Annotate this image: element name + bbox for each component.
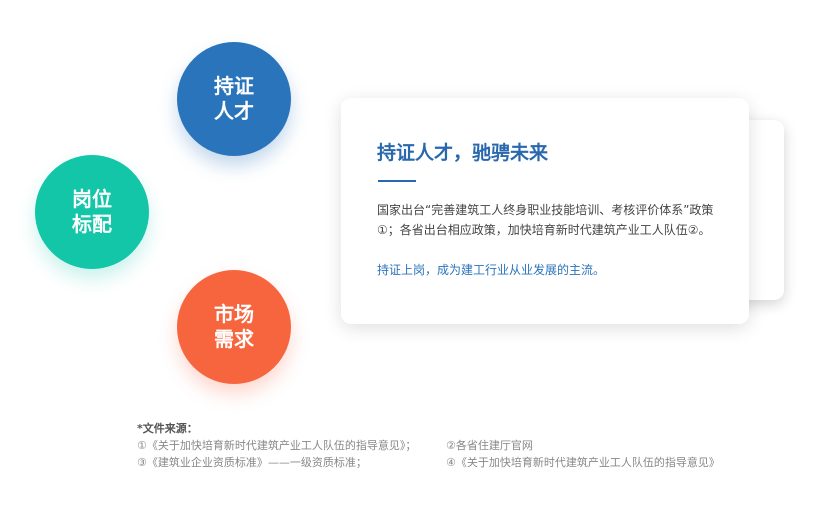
circle-label-line1: 岗位 [72,187,112,211]
source-item: ①《关于加快培育新时代建筑产业工人队伍的指导意见》； [137,439,417,452]
sources-row: ①《关于加快培育新时代建筑产业工人队伍的指导意见》； ②各省住建厅官网 [137,438,777,453]
certified-talent-circle: 持证 人才 [177,42,291,156]
source-item: ③《建筑业企业资质标准》——一级资质标准； [137,456,367,469]
circle-label-line1: 市场 [214,302,254,326]
source-item: ②各省住建厅官网 [446,439,533,452]
circle-label-line2: 标配 [72,212,112,236]
title-divider [378,180,416,182]
circle-label-line1: 持证 [214,74,254,98]
card-title: 持证人才，驰骋未来 [377,142,549,164]
sources-title: *文件来源： [137,422,198,435]
job-matching-circle: 岗位 标配 [35,155,149,269]
card-highlight-text: 持证上岗，成为建工行业从业发展的主流。 [377,263,606,277]
source-item: ④《关于加快培育新时代建筑产业工人队伍的指导意见》 [446,456,720,469]
sources-row: ③《建筑业企业资质标准》——一级资质标准； ④《关于加快培育新时代建筑产业工人队… [137,455,777,470]
circle-label-line2: 需求 [214,327,254,351]
sources-section: *文件来源： ①《关于加快培育新时代建筑产业工人队伍的指导意见》； ②各省住建厅… [137,421,777,470]
circle-label-line2: 人才 [214,99,254,123]
market-demand-circle: 市场 需求 [177,270,291,384]
card-body-text: 国家出台“完善建筑工人终身职业技能培训、考核评价体系”政策①；各省出台相应政策，… [377,203,714,237]
info-card: 持证人才，驰骋未来 国家出台“完善建筑工人终身职业技能培训、考核评价体系”政策①… [341,98,749,324]
